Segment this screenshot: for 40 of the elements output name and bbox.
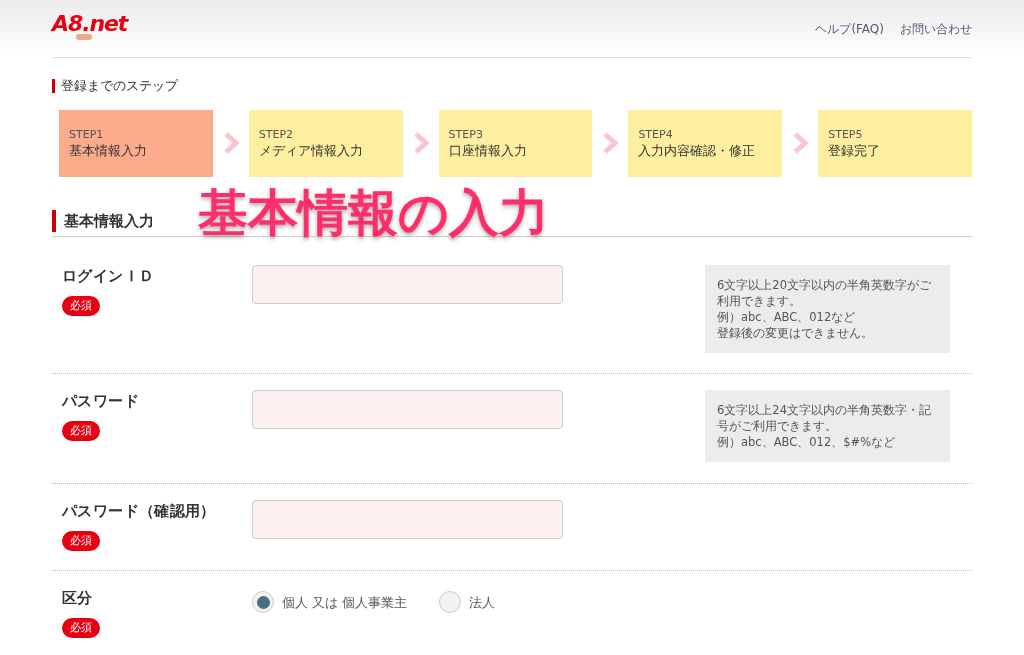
step-label: 登録完了 (828, 141, 882, 160)
section-title: 基本情報入力 (64, 210, 154, 232)
steps-title: 登録までのステップ (61, 77, 178, 95)
field-label: ログインＩＤ (62, 266, 155, 288)
hint-text: 登録後の変更はできません。 (717, 325, 874, 342)
step-label: 基本情報入力 (69, 141, 148, 160)
hint-text: 6文字以上24文字以内の半角英数字・記号がご利用できます。 (717, 402, 932, 435)
required-badge: 必須 (62, 295, 100, 317)
step-number: STEP1 (69, 127, 105, 142)
step-label: 口座情報入力 (448, 141, 528, 160)
field-label: パスワード（確認用） (62, 501, 216, 523)
overlay-caption: 基本情報の入力 (198, 183, 549, 243)
logo[interactable]: A8.net (52, 12, 128, 40)
required-badge: 必須 (62, 420, 100, 442)
radio-button[interactable] (439, 591, 462, 614)
input-field[interactable] (252, 500, 563, 540)
required-badge: 必須 (62, 530, 100, 552)
hint-text: 6文字以上20文字以内の半角英数字がご利用できます。 (717, 277, 932, 310)
step-number: STEP2 (258, 127, 295, 142)
chevron-icon (792, 132, 809, 155)
step-label: メディア情報入力 (258, 141, 364, 160)
hint-text: 例）abc、ABC、012など (717, 309, 857, 326)
header-link[interactable]: ヘルプ(FAQ) (815, 20, 884, 38)
radio-button[interactable] (252, 591, 274, 614)
field-label: 区分 (62, 588, 93, 610)
step-number: STEP4 (638, 127, 674, 142)
radio-label: 法人 (469, 593, 496, 612)
input-field[interactable] (252, 390, 563, 430)
header-link[interactable]: お問い合わせ (900, 20, 972, 38)
step-label: 入力内容確認・修正 (638, 141, 757, 160)
chevron-icon (412, 132, 429, 155)
field-label: パスワード (62, 391, 139, 413)
required-badge: 必須 (62, 617, 100, 639)
chevron-icon (222, 132, 239, 155)
radio-label: 個人 又は 個人事業主 (282, 593, 408, 612)
hint-text: 例）abc、ABC、012、$#%など (717, 434, 897, 451)
input-field[interactable] (252, 265, 563, 305)
step-number: STEP3 (448, 127, 484, 142)
chevron-icon (602, 132, 619, 155)
step-number: STEP5 (828, 127, 864, 142)
